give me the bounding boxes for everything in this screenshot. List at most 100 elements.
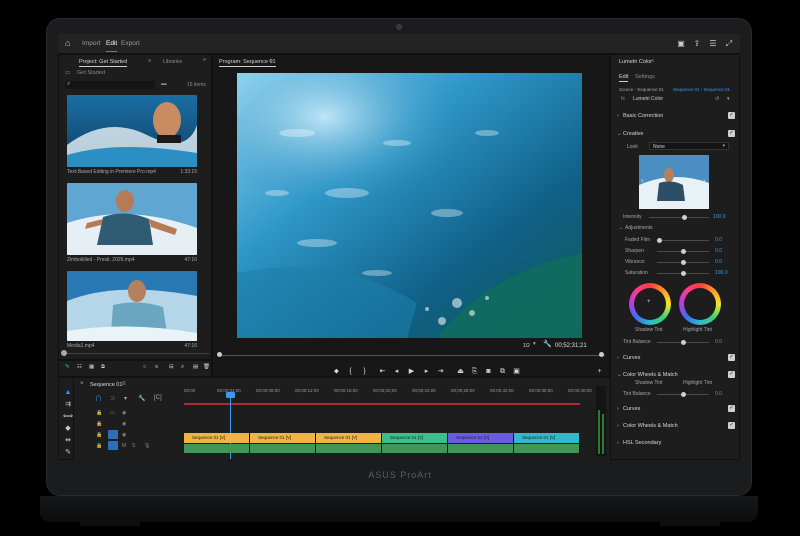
zoom-dropdown-icon[interactable]: ▾ <box>533 341 536 347</box>
lock-icon[interactable]: 🔒 <box>96 421 102 427</box>
playhead-end[interactable] <box>599 352 604 357</box>
clip-item-1[interactable]: Text-Based Editing in Premiere Pro.mp4 1… <box>67 169 197 175</box>
zoom-level[interactable]: 1/2 <box>523 343 530 349</box>
video-clip[interactable]: Sequence 01 [V] <box>250 433 316 443</box>
adjustment-slider[interactable] <box>657 260 709 265</box>
clip-thumbnail-1[interactable] <box>67 95 197 167</box>
adjustment-slider[interactable] <box>657 249 709 254</box>
home-icon[interactable]: ⌂ <box>65 39 74 48</box>
timecode[interactable]: 00;52;31;21 <box>555 343 587 349</box>
add-marker-icon[interactable]: ⬥ <box>332 367 341 376</box>
captions-icon[interactable]: [C] <box>154 395 162 401</box>
quick-export-icon[interactable]: ⇪ <box>692 39 702 49</box>
playhead-handle[interactable] <box>226 392 235 398</box>
mic-icon[interactable]: 🎙 <box>144 443 150 449</box>
marker-icon[interactable]: ▾ <box>124 395 127 402</box>
source-label[interactable]: Source - Sequence 01 <box>619 87 664 92</box>
adjustment-value[interactable]: 100.0 <box>715 270 728 276</box>
tab-project[interactable]: Project: Get Started <box>79 59 128 67</box>
fullscreen-icon[interactable]: ⤢ <box>724 39 734 49</box>
highlight-tint-wheel[interactable] <box>679 283 721 325</box>
play-icon[interactable]: ▶ <box>407 367 416 376</box>
checkbox-creative[interactable]: ✓ <box>728 130 735 137</box>
audio-track-target[interactable] <box>108 441 118 450</box>
adjustment-value[interactable]: 0.0 <box>715 259 722 265</box>
intensity-slider[interactable] <box>649 215 709 220</box>
adjustment-value[interactable]: 0.0 <box>715 248 722 254</box>
lock-icon[interactable]: 🔒 <box>96 443 102 449</box>
target-label[interactable]: Sequence 01 - Sequence 01 <box>673 87 730 92</box>
next-look-icon[interactable]: › <box>703 176 706 185</box>
settings-wrench-icon[interactable]: 🔧 <box>543 340 552 348</box>
panel-menu-icon[interactable]: ≡ <box>651 58 654 64</box>
adjustment-value[interactable]: 0.0 <box>715 237 722 243</box>
intensity-knob[interactable] <box>682 215 687 220</box>
add-button-icon[interactable]: + <box>595 367 604 376</box>
sort-icon[interactable]: ≡ <box>155 364 158 370</box>
tint-balance-slider[interactable] <box>657 340 709 345</box>
zoom-out-knob[interactable] <box>61 350 67 356</box>
audio-clip[interactable] <box>448 444 514 453</box>
expand-icon[interactable]: » <box>203 57 206 63</box>
freeform-view-icon[interactable]: ⧉ <box>101 364 105 371</box>
eye-icon[interactable]: ◉ <box>122 421 126 427</box>
delete-icon[interactable]: 🗑 <box>203 364 210 370</box>
solo-icon[interactable]: S <box>132 443 135 449</box>
linked-selection-icon[interactable]: ⊃ <box>110 395 115 402</box>
export-frame-icon[interactable]: ◙ <box>484 367 493 376</box>
clip-item-2[interactable]: Zimbokilled - Presit. 2026.mp4 47:16 <box>67 257 197 263</box>
section-color-wheels-2[interactable]: › Color Wheels & Match ✓ <box>611 421 739 432</box>
intensity-value[interactable]: 100.0 <box>713 214 726 220</box>
adjustment-knob[interactable] <box>681 271 686 276</box>
video-clip[interactable]: Sequence 01 [V] <box>382 433 448 443</box>
tint-balance-value-2[interactable]: 0.0 <box>715 391 722 397</box>
workspace-icon[interactable]: ▣ <box>676 39 686 49</box>
lock-icon[interactable]: 🔒 <box>96 432 102 438</box>
checkbox-curves-2[interactable]: ✓ <box>728 405 735 412</box>
list-view-icon[interactable]: ☷ <box>77 364 82 370</box>
mark-out-icon[interactable]: } <box>360 367 369 376</box>
reset-icon[interactable]: ↺ <box>715 96 719 102</box>
lock-icon[interactable]: 🔒 <box>96 410 102 416</box>
settings-icon[interactable]: 🔧 <box>138 395 145 402</box>
tab-libraries[interactable]: Libraries <box>163 59 182 65</box>
panels-icon[interactable]: ☰ <box>708 39 718 49</box>
clip-thumbnail-2[interactable] <box>67 183 197 255</box>
audio-clip[interactable] <box>382 444 448 453</box>
selection-tool-icon[interactable]: ▲ <box>63 388 73 398</box>
tint-balance-knob[interactable] <box>681 340 686 345</box>
adjustment-knob[interactable] <box>657 238 662 243</box>
tab-lumetri-edit[interactable]: Edit <box>619 74 629 82</box>
adjustment-slider[interactable] <box>657 271 709 276</box>
comparison-icon[interactable]: ⧉ <box>498 367 507 376</box>
tint-balance-slider-2[interactable] <box>657 392 709 397</box>
playhead-start[interactable] <box>217 352 222 357</box>
eye-icon[interactable]: ◉ <box>122 432 126 438</box>
time-ruler[interactable]: 00;00 00;00;04;00 00;00;08;00 00;00;12;00 00… <box>184 388 592 402</box>
pen-tool-icon[interactable]: ✎ <box>63 448 73 458</box>
tab-import[interactable]: Import <box>82 40 100 47</box>
work-area-bar[interactable] <box>184 403 580 405</box>
adjustment-slider[interactable] <box>657 238 709 243</box>
search-bin-icon[interactable]: ⌕ <box>181 364 184 371</box>
audio-clip[interactable] <box>184 444 250 453</box>
program-monitor-title[interactable]: Program: Sequence 01 <box>219 59 276 67</box>
lift-icon[interactable]: ⏏ <box>456 367 465 376</box>
eye-icon[interactable]: ◉ <box>122 410 126 416</box>
checkbox-color-wheels[interactable]: ✓ <box>728 371 735 378</box>
fx-icon[interactable]: fx <box>621 96 625 102</box>
step-forward-icon[interactable]: ▸ <box>422 367 431 376</box>
section-creative[interactable]: ⌄ Creative ✓ <box>611 129 739 140</box>
mark-in-icon[interactable]: { <box>346 367 355 376</box>
close-icon[interactable]: × <box>80 381 84 387</box>
sequence-tab[interactable]: Sequence 01 <box>90 382 122 388</box>
look-preview[interactable] <box>639 155 709 209</box>
section-curves-2[interactable]: › Curves ✓ <box>611 404 739 415</box>
checkbox-basic-correction[interactable]: ✓ <box>728 112 735 119</box>
dropdown-icon[interactable]: ▾ <box>727 96 730 102</box>
scrub-bar[interactable] <box>219 355 605 356</box>
tab-export[interactable]: Export <box>121 40 140 47</box>
lumetri-title[interactable]: Lumetri Color <box>619 59 652 65</box>
track-select-icon[interactable]: ⇉ <box>63 400 73 410</box>
panel-menu-icon[interactable]: ≡ <box>122 381 126 387</box>
